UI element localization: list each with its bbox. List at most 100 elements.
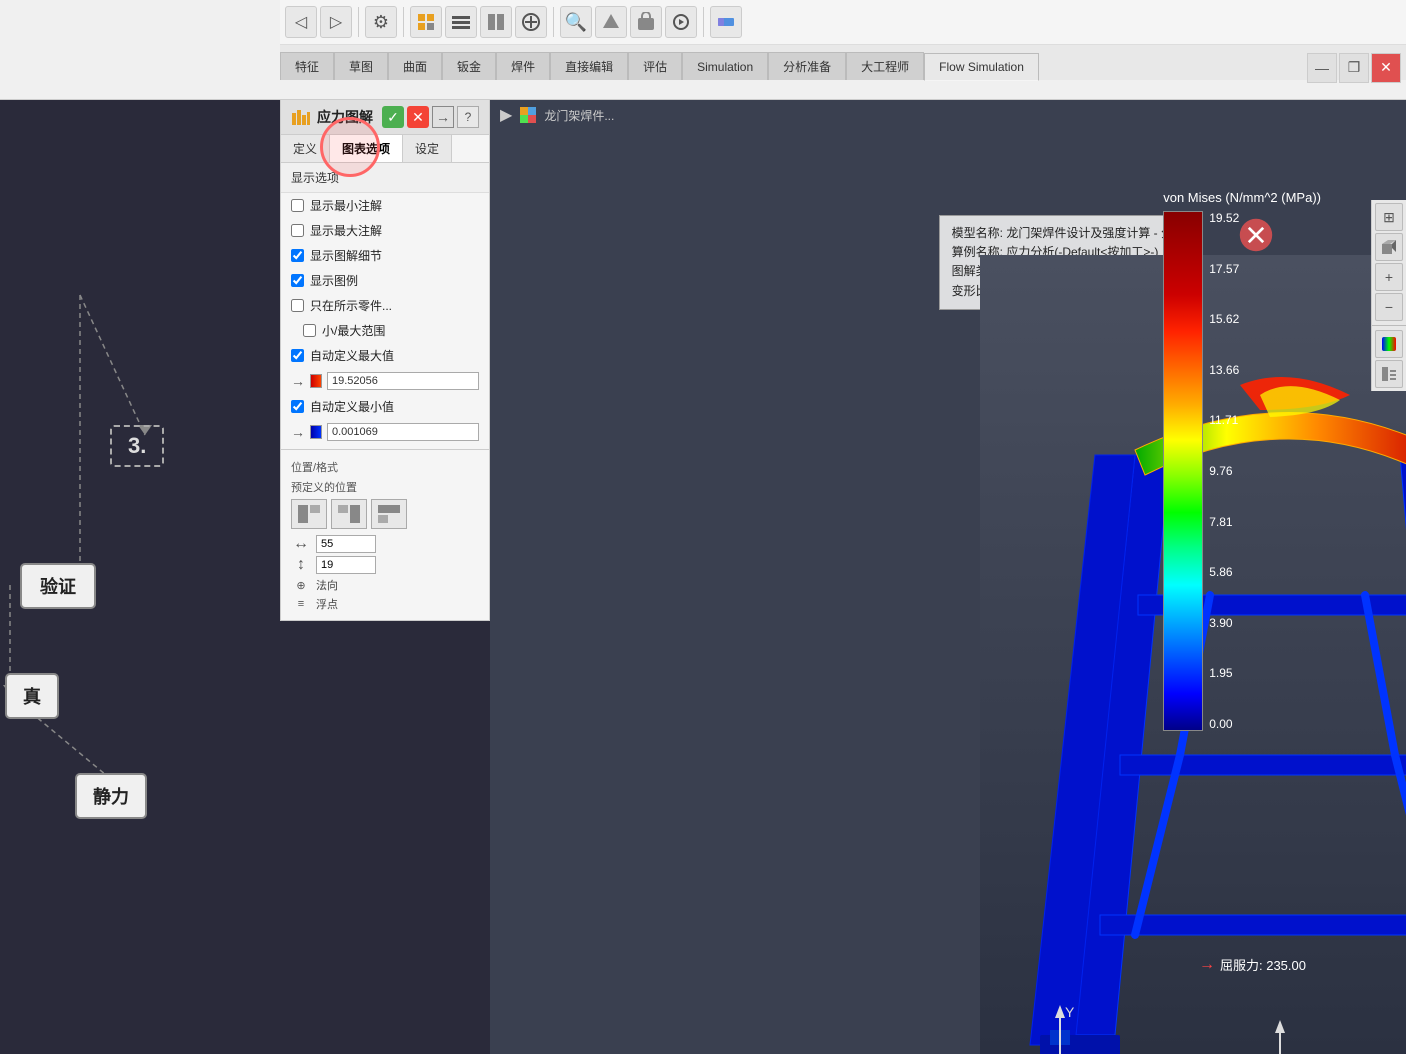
color-gradient-icon [1382,337,1396,351]
tab-caotu[interactable]: 草图 [334,52,388,80]
tab-qumian[interactable]: 曲面 [388,52,442,80]
option-only-shown: 只在所示零件... [281,293,489,318]
zoom-out-btn[interactable]: − [1375,293,1403,321]
tab-chart-options[interactable]: 图表选项 [330,135,403,162]
pos-x-input[interactable]: 55 [316,535,376,553]
confirm-btn[interactable]: ✓ [382,106,404,128]
tool4-btn[interactable] [515,6,547,38]
float-label: 浮点 [316,596,338,612]
checkbox-only-shown[interactable] [291,299,304,312]
sw-right-icons: ⊞ + − [1371,200,1406,391]
tool9-btn[interactable] [710,6,742,38]
legend-btn[interactable] [1375,360,1403,388]
cancel-btn[interactable]: ✕ [407,106,429,128]
settings-btn[interactable]: ⚙ [365,6,397,38]
tab-banjin[interactable]: 钣金 [442,52,496,80]
scale-label-5: 9.76 [1209,464,1239,478]
restore-btn[interactable]: ❐ [1339,53,1369,83]
predefined-buttons [291,499,479,529]
min-value-input[interactable]: 0.001069 [327,423,479,441]
pos-y-icon: ↕ [291,556,311,574]
sep1 [358,7,359,37]
scale-label-1: 17.57 [1209,262,1239,276]
tab-dagongchengshi[interactable]: 大工程师 [846,52,924,80]
pos-y-row: ↕ 19 [291,556,479,574]
scale-label-9: 1.95 [1209,666,1239,680]
scale-label-3: 13.66 [1209,363,1239,377]
scale-label-4: 11.71 [1209,413,1239,427]
tree-breadcrumb: ▶ 龙门架焊件... [500,105,614,125]
tool7-btn[interactable] [630,6,662,38]
mm-node-static[interactable]: 静力 [75,773,147,819]
cube-icon [1380,238,1398,256]
option-show-detail: 显示图解细节 [281,243,489,268]
tab-simulation[interactable]: Simulation [682,52,768,80]
pos-float-row: ≡ 浮点 [291,596,479,612]
tool8-btn[interactable] [665,6,697,38]
predefined-btn-top[interactable] [371,499,407,529]
scale-label-0: 19.52 [1209,211,1239,225]
mm-node-verify[interactable]: 验证 [20,563,96,609]
color-scale-labels: 19.52 17.57 15.62 13.66 11.71 9.76 7.81 … [1203,211,1239,731]
max-value-input[interactable]: 19.52056 [327,372,479,390]
checkbox-auto-min[interactable] [291,400,304,413]
tab-pingjia[interactable]: 评估 [628,52,682,80]
tool3-btn[interactable] [480,6,512,38]
predefined-btn-left[interactable] [291,499,327,529]
back-btn[interactable]: ◁ [285,6,317,38]
checkbox-show-detail[interactable] [291,249,304,262]
tool6-btn[interactable] [595,6,627,38]
checkbox-min-max-range[interactable] [303,324,316,337]
tab-define[interactable]: 定义 [281,135,330,162]
checkbox-show-min[interactable] [291,199,304,212]
arrow-right-btn[interactable]: → [432,106,454,128]
yield-annotation: → 屈服力: 235.00 [1199,955,1306,974]
stress-icon [291,107,311,127]
scale-label-2: 15.62 [1209,312,1239,326]
stress-panel-title-text: 应力图解 [291,107,373,127]
window-controls: — ❐ ✕ [1307,45,1406,90]
display-options-title: 显示选项 [281,163,489,193]
tool5-btn[interactable]: 🔍 [560,6,592,38]
minimize-btn[interactable]: — [1307,53,1337,83]
close-btn[interactable]: ✕ [1371,53,1401,83]
mindmaster-panel: 亿 亿图脑图MindMaster 工作台 ↩ ↪ ＋ 3. 验证 [0,0,280,1054]
forward-btn[interactable]: ▷ [320,6,352,38]
checkbox-show-legend[interactable] [291,274,304,287]
tab-fenxi[interactable]: 分析准备 [768,52,846,80]
checkbox-show-max[interactable] [291,224,304,237]
view-full-btn[interactable] [1375,233,1403,261]
min-color-swatch [310,425,322,439]
tool1-btn[interactable] [410,6,442,38]
min-value-row: → 0.001069 [281,419,489,445]
predefined-btn-right[interactable] [331,499,367,529]
layout-right-icon [337,504,361,524]
pos-x-row: ↔ 55 [291,535,479,553]
pos-y-input[interactable]: 19 [316,556,376,574]
tool2-btn[interactable] [445,6,477,38]
help-btn[interactable]: ? [457,106,479,128]
pos-format-title: 位置/格式 [291,459,479,475]
tab-hanjian[interactable]: 焊件 [496,52,550,80]
solidworks-toolbar: 特征 草图 曲面 钣金 焊件 直接编辑 评估 Simulation 分析准备 大… [0,0,1406,100]
mm-node-3[interactable]: 3. [110,425,164,467]
option-min-max-range: 小/最大范围 [281,318,489,343]
checkbox-auto-max[interactable] [291,349,304,362]
tab-settings[interactable]: 设定 [403,135,452,162]
view-orient-btn[interactable]: ⊞ [1375,203,1403,231]
tab-flowsim[interactable]: Flow Simulation [924,53,1039,81]
pos-x-icon: ↔ [291,535,311,553]
tab-tezheng[interactable]: 特征 [280,52,334,80]
mm-node-sim[interactable]: 真 [5,673,59,719]
stress-panel-tabs: 定义 图表选项 设定 [281,135,489,163]
sep4 [703,7,704,37]
info-model-name: 模型名称: 龙门架焊件设计及强度计算 - 分 [952,224,1173,243]
tab-zhijiebian[interactable]: 直接编辑 [550,52,628,80]
stress-panel-title: 应力图解 ✓ ✕ → ? [281,100,489,135]
max-value-row: → 19.52056 [281,368,489,394]
zoom-in-btn[interactable]: + [1375,263,1403,291]
yield-label: 屈服力: 235.00 [1220,955,1306,974]
color-map-btn[interactable] [1375,330,1403,358]
scale-label-6: 7.81 [1209,515,1239,529]
option-show-max: 显示最大注解 [281,218,489,243]
